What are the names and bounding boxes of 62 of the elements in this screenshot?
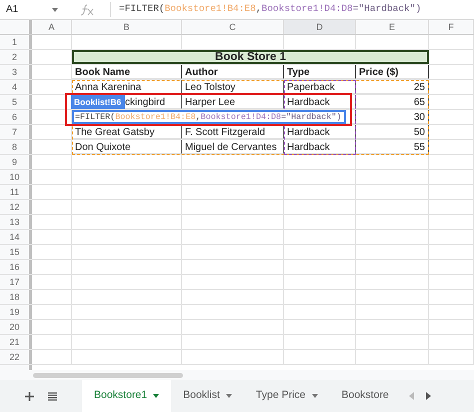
table-cell: F. Scott Fitzgerald <box>185 127 266 138</box>
row-number[interactable]: 19 <box>0 305 32 319</box>
column-title: Price ($) <box>359 67 398 78</box>
column-header[interactable]: D <box>284 20 356 34</box>
table-cell: Hardback <box>287 127 330 138</box>
row-number[interactable]: 21 <box>0 335 32 349</box>
formula-editor[interactable]: =FILTER(Bookstore1!B4:E8,Bookstore1!D4:D8="Hardback") <box>72 110 346 124</box>
column-title: Type <box>287 67 310 78</box>
table-cell: 55 <box>414 142 425 153</box>
menu-icon[interactable] <box>48 392 57 400</box>
name-box[interactable]: A1 <box>0 2 52 17</box>
row-number[interactable]: 1 <box>0 35 32 49</box>
table-cell: Anna Karenina <box>75 82 142 93</box>
row-number[interactable]: 4 <box>0 80 32 94</box>
row-number[interactable]: 9 <box>0 155 32 169</box>
table-cell: Don Quixote <box>75 142 131 153</box>
row-number[interactable]: 20 <box>0 320 32 334</box>
row-number[interactable]: 14 <box>0 230 32 244</box>
column-title: Book Name <box>75 67 130 78</box>
row-number[interactable]: 16 <box>0 260 32 274</box>
caret-icon[interactable] <box>312 394 318 398</box>
row-number[interactable]: 15 <box>0 245 32 259</box>
row-number[interactable]: 22 <box>0 350 32 364</box>
row-number[interactable]: 7 <box>0 125 32 139</box>
table-cell: 65 <box>414 97 425 108</box>
table-cell: 50 <box>414 127 425 138</box>
sheet-tab[interactable]: Bookstore <box>330 380 401 412</box>
sheet-tab[interactable]: Booklist <box>171 380 244 412</box>
row-number[interactable]: 2 <box>0 50 32 64</box>
row-number[interactable]: 10 <box>0 170 32 184</box>
row-number[interactable]: 3 <box>0 65 32 79</box>
table-cell: Paperback <box>287 82 335 93</box>
table-cell: ckingbird <box>125 97 166 108</box>
table-cell: The Great Gatsby <box>75 127 154 138</box>
table-cell: Leo Tolstoy <box>185 82 236 93</box>
table-cell: Harper Lee <box>185 97 236 108</box>
row-number[interactable]: 8 <box>0 140 32 154</box>
caret-icon[interactable] <box>52 8 58 12</box>
column-title: Author <box>185 67 218 78</box>
caret-icon[interactable] <box>226 394 232 398</box>
caret-icon[interactable] <box>153 394 160 398</box>
add-icon[interactable] <box>25 392 34 400</box>
row-number[interactable]: 17 <box>0 275 32 289</box>
table-cell: Hardback <box>287 142 330 153</box>
sheet-tab[interactable]: Type Price <box>244 380 330 412</box>
row-number[interactable]: 11 <box>0 185 32 199</box>
formula-text[interactable]: =FILTER(Bookstore1!B4:E8,Bookstore1!D4:D8="Hardback") <box>110 2 422 17</box>
table-cell: 25 <box>414 82 425 93</box>
table-title: Book Store 1 <box>72 50 429 64</box>
table-cell: Miguel de Cervantes <box>185 142 277 153</box>
row-number[interactable]: 12 <box>0 200 32 214</box>
table-cell: Hardback <box>287 97 330 108</box>
row-number[interactable]: 5 <box>0 95 32 109</box>
row-number[interactable]: 18 <box>0 290 32 304</box>
row-number[interactable]: 6 <box>0 110 32 124</box>
cell-tooltip: Booklist!B6 <box>71 95 125 109</box>
scrollbar[interactable] <box>33 372 183 378</box>
right-arrow-icon[interactable] <box>426 392 431 400</box>
table-cell: 30 <box>414 112 425 123</box>
sheet-tab[interactable]: Bookstore1 <box>82 380 172 412</box>
row-number[interactable]: 13 <box>0 215 32 229</box>
function-icon <box>80 4 94 16</box>
